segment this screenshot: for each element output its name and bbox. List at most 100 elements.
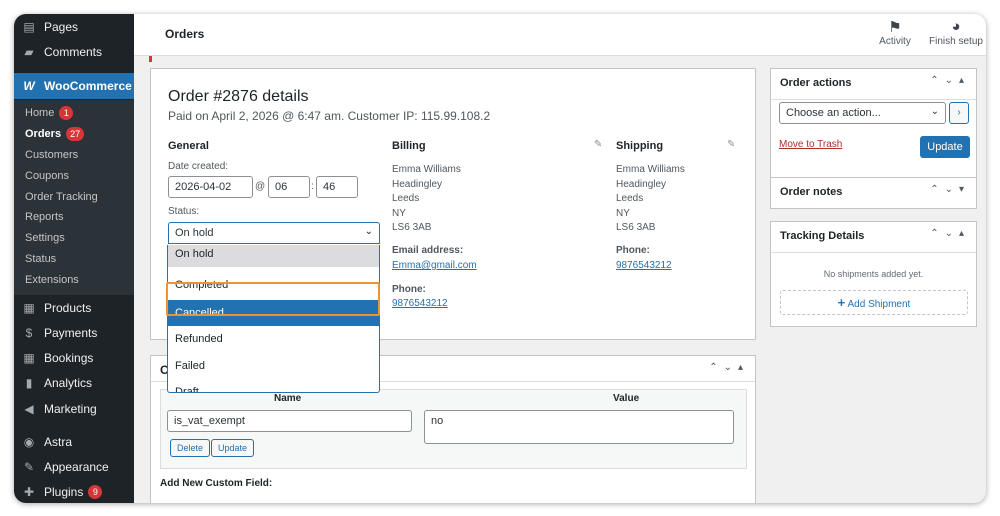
sidebar-item-analytics[interactable]: ▮ Analytics (14, 371, 134, 395)
update-custom-field-button[interactable]: Update (211, 439, 255, 457)
update-order-button[interactable]: Update (920, 136, 970, 158)
appearance-icon: ✎ (23, 460, 35, 474)
admin-sidebar: ▤ Pages ▰ Comments W WooCommerce Home 1 Orde… (14, 14, 134, 503)
status-option-on-hold[interactable]: On hold (168, 245, 379, 267)
divider (771, 99, 976, 100)
order-action-select[interactable]: Choose an action... ⌄ (779, 102, 946, 124)
status-select[interactable]: On hold ⌄ (168, 222, 380, 244)
sidebar-item-label: Payments (44, 326, 98, 340)
sidebar-item-pages[interactable]: ▤ Pages (14, 15, 134, 39)
submenu-item-reports[interactable]: Reports (14, 207, 134, 227)
custom-fields-table: Name Value is_vat_exempt no Delete Updat… (160, 389, 747, 469)
submenu-item-customers[interactable]: Customers (14, 145, 134, 165)
order-title: Order #2876 details (168, 88, 309, 105)
sidebar-item-plugins[interactable]: ✚ Plugins 9 (14, 480, 134, 503)
edit-shipping-pencil-icon[interactable]: ✎ (727, 139, 735, 150)
sidebar-item-marketing[interactable]: ◀ Marketing (14, 397, 134, 421)
move-to-trash-link[interactable]: Move to Trash (779, 139, 842, 150)
custom-field-value-textarea[interactable]: no (424, 410, 734, 444)
activity-button[interactable]: ⚑ Activity (870, 18, 920, 47)
panel-controls[interactable]: ⌃⌄▴ (709, 362, 749, 373)
finish-setup-label: Finish setup (929, 36, 983, 47)
sidebar-item-astra[interactable]: ◉ Astra (14, 430, 134, 454)
woocommerce-icon: W (23, 79, 35, 93)
submenu-item-home[interactable]: Home 1 (14, 103, 134, 123)
panel-controls[interactable]: ⌃⌄▴ (930, 75, 970, 86)
sidebar-item-label: Pages (44, 20, 79, 34)
no-shipments-text: No shipments added yet. (823, 269, 924, 279)
shipping-heading: Shipping (616, 140, 664, 152)
sidebar-item-products[interactable]: ▦ Products (14, 296, 134, 320)
value-column-header: Value (613, 393, 640, 404)
sidebar-item-appearance[interactable]: ✎ Appearance (14, 455, 134, 479)
sidebar-item-bookings[interactable]: ▦ Bookings (14, 346, 134, 370)
add-shipment-label: Add Shipment (847, 299, 911, 310)
top-bar: Orders ⚑ Activity ◕ Finish setup (134, 14, 986, 56)
submenu-item-order-tracking[interactable]: Order Tracking (14, 187, 134, 207)
billing-email-label: Email address: (392, 245, 464, 256)
billing-phone-label: Phone: (392, 284, 426, 295)
submenu-item-extensions[interactable]: Extensions (14, 270, 134, 290)
shipping-address: Emma Williams Headingley Leeds NY LS6 3A… (616, 164, 685, 233)
sidebar-item-woocommerce[interactable]: W WooCommerce (14, 73, 134, 99)
minute-input[interactable]: 46 (316, 176, 358, 198)
plus-icon: + (837, 295, 846, 310)
order-actions-title: Order actions (780, 77, 852, 89)
sidebar-item-label: Bookings (44, 351, 94, 365)
pages-icon: ▤ (23, 20, 35, 34)
status-option-refunded[interactable]: Refunded (168, 326, 379, 352)
submenu-item-coupons[interactable]: Coupons (14, 166, 134, 186)
sidebar-item-payments[interactable]: $ Payments (14, 321, 134, 345)
orders-badge: 27 (66, 127, 85, 141)
billing-phone-link[interactable]: 9876543212 (392, 297, 448, 312)
marketing-icon: ◀ (24, 402, 34, 416)
submenu-item-orders[interactable]: Orders 27 (14, 124, 134, 144)
chevron-down-icon: ⌄ (364, 226, 373, 237)
panel-controls[interactable]: ⌃⌄▴ (930, 228, 970, 239)
app-window: ▤ Pages ▰ Comments W WooCommerce Home 1 Orde… (14, 14, 986, 503)
sidebar-item-label: Marketing (44, 402, 97, 416)
sidebar-item-label: WooCommerce (44, 79, 132, 93)
date-input[interactable]: 2026-04-02 (168, 176, 253, 198)
panel-controls[interactable]: ⌃⌄▾ (930, 184, 970, 195)
sidebar-item-comments[interactable]: ▰ Comments (14, 40, 134, 64)
hour-input[interactable]: 06 (268, 176, 310, 198)
shipping-phone-label: Phone: (616, 245, 650, 256)
custom-field-name-input[interactable]: is_vat_exempt (167, 410, 412, 432)
time-colon: : (311, 181, 314, 192)
plugins-badge: 9 (88, 485, 103, 499)
tracking-details-title: Tracking Details (780, 230, 865, 242)
finish-setup-button[interactable]: ◕ Finish setup (927, 18, 985, 47)
status-option-failed[interactable]: Failed (168, 353, 379, 379)
date-created-label: Date created: (168, 161, 229, 172)
submenu-item-settings[interactable]: Settings (14, 228, 134, 248)
activity-label: Activity (879, 36, 911, 47)
sidebar-item-label: Plugins (44, 485, 84, 499)
billing-email-link[interactable]: Emma@gmail.com (392, 259, 477, 274)
order-notes-title: Order notes (780, 186, 843, 198)
notice-edge (149, 56, 152, 62)
sidebar-item-label: Appearance (44, 460, 109, 474)
payments-icon: $ (25, 326, 33, 340)
submenu-item-status[interactable]: Status (14, 249, 134, 269)
progress-circle-icon: ◕ (951, 18, 961, 35)
status-option-cancelled[interactable]: Cancelled (168, 300, 379, 326)
page-title: Orders (165, 27, 205, 41)
order-subtitle: Paid on April 2, 2026 @ 6:47 am. Custome… (168, 109, 491, 123)
bookings-icon: ▦ (23, 351, 35, 365)
status-option-draft[interactable]: Draft (168, 379, 379, 392)
sidebar-item-label: Analytics (44, 376, 93, 390)
sidebar-item-label: Astra (44, 435, 73, 449)
add-shipment-button[interactable]: + Add Shipment (780, 290, 968, 315)
billing-address: Emma Williams Headingley Leeds NY LS6 3A… (392, 164, 461, 233)
status-option-completed[interactable]: Completed (168, 272, 379, 298)
delete-custom-field-button[interactable]: Delete (170, 439, 211, 457)
products-icon: ▦ (23, 301, 35, 315)
status-select-value: On hold (175, 227, 214, 239)
at-label: @ (255, 181, 266, 192)
edit-billing-pencil-icon[interactable]: ✎ (594, 139, 602, 150)
chevron-down-icon: ⌄ (930, 106, 939, 117)
shipping-phone-link[interactable]: 9876543212 (616, 259, 672, 274)
apply-action-button[interactable]: › (949, 102, 969, 124)
billing-heading: Billing (392, 140, 426, 152)
